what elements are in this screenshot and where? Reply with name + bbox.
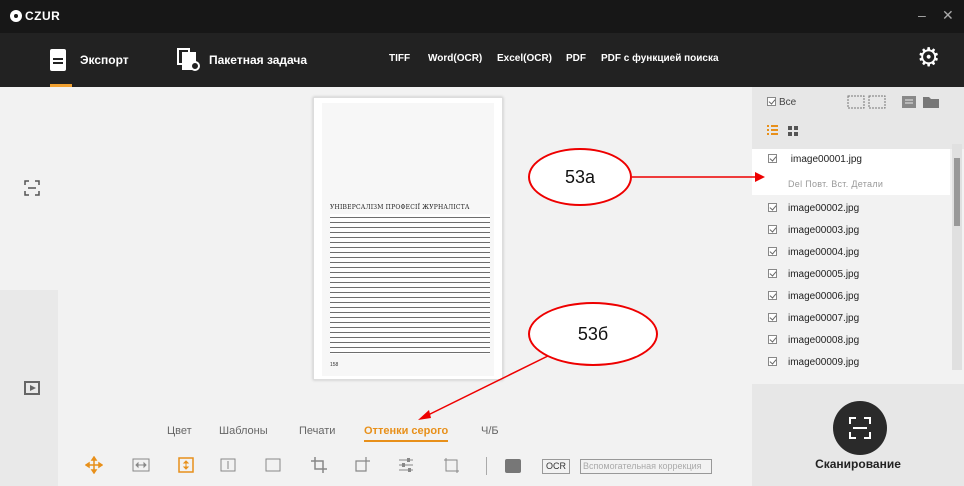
callout-53a: 53а [528, 148, 632, 206]
annotation-arrows [418, 172, 765, 420]
callout-53b: 53б [528, 302, 658, 366]
